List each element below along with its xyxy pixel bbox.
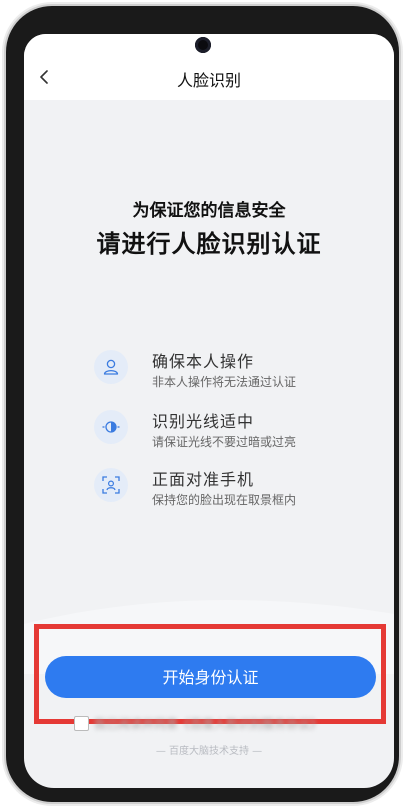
agreement-checkbox[interactable] (74, 716, 89, 731)
tip-title: 确保本人操作 (152, 352, 255, 371)
tip-title: 正面对准手机 (152, 470, 255, 489)
tip-item-lighting: 识别光线适中 请保证光线不要过暗或过亮 (94, 408, 374, 458)
person-icon (94, 350, 128, 384)
intro-subtitle: 为保证您的信息安全 (132, 201, 286, 221)
agreement-text[interactable]: 我已阅读并同意《百度人脸识别服务协议》 (94, 715, 322, 732)
tip-desc: 非本人操作将无法通过认证 (152, 375, 297, 389)
tip-title: 识别光线适中 (152, 412, 255, 431)
face-frame-icon (94, 468, 128, 502)
tip-desc: 保持您的脸出现在取景框内 (152, 493, 297, 507)
page-title: 人脸识别 (176, 71, 241, 90)
app-screen: 人脸识别 为保证您的信息安全 请进行人脸识别认证 确保本人操作 非本人操作将无法… (24, 34, 394, 788)
light-icon (94, 410, 128, 444)
front-camera (195, 37, 211, 53)
intro-title: 请进行人脸识别认证 (96, 230, 322, 258)
start-verification-button[interactable]: 开始身份认证 (45, 656, 376, 698)
footer-credit: — 百度大脑技术支持 — (155, 746, 263, 757)
agreement-row[interactable]: 我已阅读并同意《百度人脸识别服务协议》 (74, 716, 374, 732)
tip-desc: 请保证光线不要过暗或过亮 (152, 435, 297, 449)
tip-item-own-operation: 确保本人操作 非本人操作将无法通过认证 (94, 348, 374, 398)
tip-item-face-front: 正面对准手机 保持您的脸出现在取景框内 (94, 466, 374, 516)
